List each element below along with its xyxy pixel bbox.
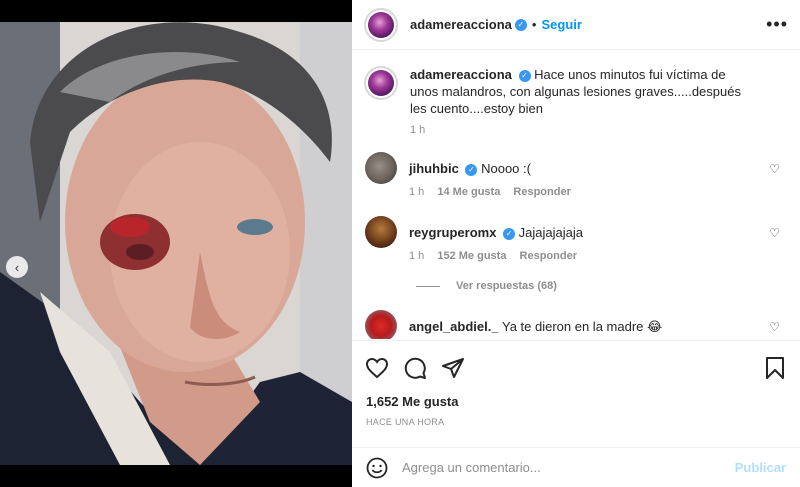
- comment-time: 1 h: [409, 186, 425, 198]
- view-replies-label: Ver respuestas (68): [456, 280, 557, 292]
- comment-text: Ya te dieron en la madre 😂: [501, 319, 663, 334]
- add-comment-bar: Agrega un comentario... Publicar: [352, 447, 800, 487]
- post-photo: [0, 22, 352, 465]
- publish-button[interactable]: Publicar: [735, 460, 786, 475]
- reply-button[interactable]: Responder: [520, 250, 577, 262]
- post-timestamp: HACE UNA HORA: [366, 417, 445, 427]
- emoji-icon[interactable]: [366, 457, 388, 479]
- share-icon[interactable]: [440, 355, 466, 381]
- heart-icon[interactable]: ♡: [769, 162, 780, 176]
- replies-line: [416, 285, 440, 287]
- separator: •: [531, 17, 537, 32]
- comment-item: reygruperomx ✓ Jajajajajaja 1 h 152 Me g…: [364, 216, 788, 262]
- comment-username[interactable]: reygruperomx: [409, 225, 496, 240]
- commenter-avatar[interactable]: [365, 216, 397, 248]
- caption-username[interactable]: adamereacciona: [410, 67, 512, 82]
- bookmark-icon[interactable]: [762, 355, 788, 381]
- comment-likes[interactable]: 14 Me gusta: [437, 186, 500, 198]
- comment-item: jihuhbic ✓ Noooo :( 1 h 14 Me gusta Resp…: [364, 152, 788, 198]
- post-side-panel: adamereacciona ✓ • Seguir ••• adamereacc…: [352, 0, 800, 487]
- comment-username[interactable]: angel_abdiel._: [409, 319, 499, 334]
- verified-icon: ✓: [503, 227, 516, 240]
- verified-icon: ✓: [518, 69, 531, 82]
- post-image[interactable]: ‹: [0, 22, 352, 465]
- comment-likes[interactable]: 152 Me gusta: [437, 250, 506, 262]
- author-username[interactable]: adamereacciona: [410, 17, 512, 32]
- likes-count[interactable]: 1,652 Me gusta: [366, 394, 459, 409]
- comment-item: angel_abdiel._ Ya te dieron en la madre …: [364, 310, 788, 339]
- carousel-prev-icon[interactable]: ‹: [6, 256, 28, 278]
- reply-button[interactable]: Responder: [513, 186, 570, 198]
- comment-username[interactable]: jihuhbic: [409, 161, 459, 176]
- heart-icon[interactable]: [364, 355, 390, 381]
- commenter-avatar[interactable]: [365, 310, 397, 339]
- instagram-post-window: ‹ adamereacciona ✓ • Seguir ••• adamerea…: [0, 0, 800, 487]
- comment-icon[interactable]: [402, 355, 428, 381]
- view-replies-button[interactable]: Ver respuestas (68): [416, 280, 788, 292]
- caption-time: 1 h: [410, 124, 426, 136]
- heart-icon[interactable]: ♡: [769, 320, 780, 334]
- comment-time: 1 h: [409, 250, 425, 262]
- comments-list[interactable]: adamereacciona ✓ Hace unos minutos fui v…: [352, 50, 800, 339]
- post-actions-bar: [352, 340, 800, 394]
- comment-text: Jajajajajaja: [518, 225, 583, 240]
- verified-icon: ✓: [465, 163, 478, 176]
- follow-button[interactable]: Seguir: [541, 17, 581, 32]
- more-options-icon[interactable]: •••: [766, 14, 788, 35]
- commenter-avatar[interactable]: [365, 152, 397, 184]
- author-avatar[interactable]: [364, 7, 398, 42]
- heart-icon[interactable]: ♡: [769, 226, 780, 240]
- post-caption: adamereacciona ✓ Hace unos minutos fui v…: [364, 66, 788, 136]
- comment-input[interactable]: Agrega un comentario...: [402, 460, 541, 475]
- post-header: adamereacciona ✓ • Seguir •••: [352, 0, 800, 50]
- verified-icon: ✓: [514, 18, 527, 31]
- author-avatar[interactable]: [364, 66, 398, 100]
- comment-text: Noooo :(: [481, 161, 531, 176]
